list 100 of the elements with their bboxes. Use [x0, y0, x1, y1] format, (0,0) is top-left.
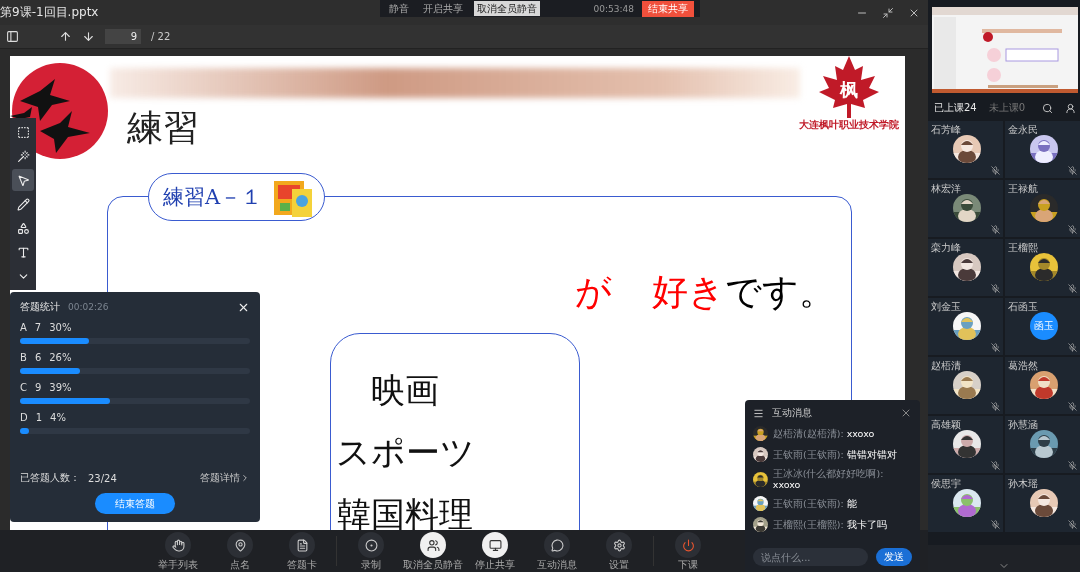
chat-message: 王冰冰(什么都好好吃啊): xxoxo: [772, 468, 885, 490]
answer-percent: 4%: [50, 412, 66, 423]
student-card[interactable]: 林宏洋: [928, 180, 1003, 237]
message-input[interactable]: 说点什么...: [753, 548, 868, 566]
toolbar-button[interactable]: 点名: [212, 532, 268, 570]
panel-title: 答题统计: [20, 300, 60, 314]
student-card[interactable]: 王禄航: [1005, 180, 1080, 237]
wand-icon: [16, 149, 30, 163]
choice-text: 映画: [371, 370, 439, 410]
record-icon: [364, 538, 378, 552]
meeting-control[interactable]: 开启共享: [420, 1, 466, 16]
student-name: 金永民: [1008, 123, 1038, 137]
toolbar-button[interactable]: 下课: [660, 532, 716, 570]
answered-label: 已答题人数：: [20, 471, 80, 485]
option-letter: A: [20, 322, 27, 333]
mic-off-icon: [1068, 284, 1077, 293]
users-icon: [426, 538, 440, 552]
toolbar-button[interactable]: 停止共享: [467, 532, 523, 570]
answer-percent: 39%: [49, 382, 72, 393]
meeting-timer: 00:53:48: [593, 3, 634, 14]
search-icon[interactable]: [1042, 102, 1053, 114]
student-name: 赵梧清: [931, 359, 961, 373]
chat-message: 王钦雨(王钦雨): 能: [773, 498, 857, 509]
answer-percent: 26%: [49, 352, 72, 363]
student-card[interactable]: 孙慧涵: [1005, 416, 1080, 473]
sentence-text: が: [575, 270, 613, 314]
student-card[interactable]: 侯思宇: [928, 475, 1003, 532]
student-name: 葛浩然: [1008, 359, 1038, 373]
student-card[interactable]: 石函玉 函玉: [1005, 298, 1080, 355]
toolbar-button[interactable]: 互动消息: [529, 532, 585, 570]
hand-icon: [171, 538, 185, 552]
choice-text: 韓国料理: [337, 494, 473, 530]
student-name: 侯思宇: [931, 477, 961, 491]
answer-count: 7: [34, 322, 42, 333]
details-link[interactable]: 答题详情: [200, 471, 250, 485]
student-name: 高雄颖: [931, 418, 961, 432]
slide-title: 練習: [127, 106, 199, 150]
student-name: 孙慧涵: [1008, 418, 1038, 432]
toolbar-button[interactable]: 录制: [343, 532, 399, 570]
mic-off-icon: [991, 166, 1000, 175]
student-card[interactable]: 王榴熙: [1005, 239, 1080, 296]
end-share-button[interactable]: 结束共享: [642, 0, 694, 17]
mic-off-icon: [1068, 520, 1077, 529]
chat-message: 赵梧清(赵梧清): xxoxo: [773, 428, 875, 439]
toolbar-button[interactable]: 举手列表: [150, 532, 206, 570]
mic-off-icon: [1068, 225, 1077, 234]
student-tab[interactable]: 已上课24: [934, 101, 977, 115]
student-name: 刘金玉: [931, 300, 961, 314]
power-icon: [681, 538, 695, 552]
elapsed-time: 00:02:26: [68, 302, 109, 312]
toolbar-button[interactable]: 答题卡: [274, 532, 330, 570]
student-tab[interactable]: 未上课0: [988, 101, 1026, 115]
student-card[interactable]: 石芳峰: [928, 121, 1003, 178]
panel-title: 互动消息: [772, 406, 813, 420]
mic-off-icon: [991, 284, 1000, 293]
chevron-right-icon: [240, 473, 250, 483]
text-icon: [16, 245, 30, 259]
sidebar-toggle-icon[interactable]: [6, 30, 19, 43]
exercise-title: 練習A－１: [163, 184, 263, 211]
student-card[interactable]: 葛浩然: [1005, 357, 1080, 414]
student-name: 林宏洋: [931, 182, 961, 196]
option-letter: C: [20, 382, 27, 393]
student-name: 栾力峰: [931, 241, 961, 255]
meeting-control[interactable]: 静音: [386, 1, 412, 16]
toolbar-button[interactable]: 设置: [591, 532, 647, 570]
chat-message: 王榴熙(王榴熙): 我卡了吗: [773, 519, 887, 530]
student-card[interactable]: 金永民: [1005, 121, 1080, 178]
menu-icon[interactable]: [753, 407, 764, 419]
monitor-icon: [488, 538, 502, 552]
window-title: 第9课-1回目.pptx: [0, 4, 99, 21]
send-button[interactable]: 发送: [876, 548, 912, 566]
answer-count: 6: [34, 352, 42, 363]
student-card[interactable]: 刘金玉: [928, 298, 1003, 355]
student-name: 王榴熙: [1008, 241, 1038, 255]
restore-icon[interactable]: [882, 6, 894, 19]
option-letter: B: [20, 352, 27, 363]
person-icon[interactable]: [1065, 102, 1076, 114]
student-name: 石函玉: [1008, 300, 1038, 314]
next-page-icon[interactable]: [82, 30, 95, 43]
page-field[interactable]: 9: [105, 29, 141, 44]
previous-page-icon[interactable]: [59, 30, 72, 43]
student-card[interactable]: 栾力峰: [928, 239, 1003, 296]
student-card[interactable]: 孙木瑶: [1005, 475, 1080, 532]
student-name: 王禄航: [1008, 182, 1038, 196]
student-card[interactable]: 赵梧清: [928, 357, 1003, 414]
page-total: / 22: [151, 31, 171, 42]
chat-message: 王钦雨(王钦雨): 错错对错对: [773, 449, 897, 460]
mic-off-icon: [991, 343, 1000, 352]
mic-off-icon: [991, 225, 1000, 234]
student-card[interactable]: 高雄颖: [928, 416, 1003, 473]
meeting-control[interactable]: 取消全员静音: [474, 1, 540, 16]
slide-tool[interactable]: [12, 169, 34, 191]
cursor-icon: [16, 173, 30, 187]
sentence-text: です。: [725, 270, 835, 314]
toolbar-button[interactable]: 取消全员静音: [405, 532, 461, 570]
avatar: 函玉: [1030, 312, 1058, 340]
option-letter: D: [20, 412, 28, 423]
choice-text: スポーツ: [335, 432, 475, 472]
answer-percent: 30%: [49, 322, 72, 333]
mic-off-icon: [991, 520, 1000, 529]
